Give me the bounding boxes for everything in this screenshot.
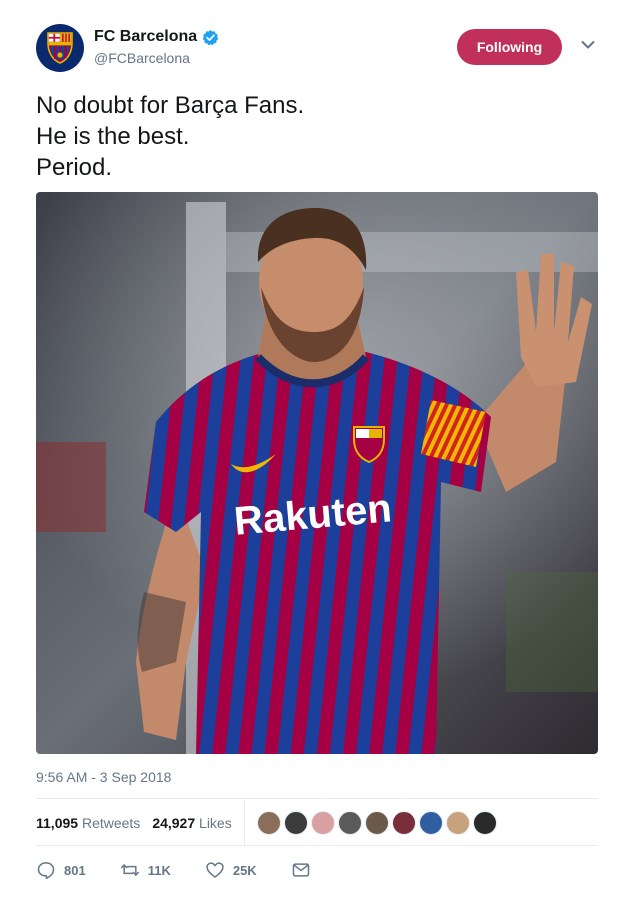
divider <box>36 798 598 799</box>
retweets-count: 11,095 <box>36 814 79 831</box>
crest-shape <box>47 32 73 64</box>
liker-avatar[interactable] <box>418 810 443 835</box>
liker-avatar[interactable] <box>337 810 362 835</box>
retweets-label: Retweets <box>81 814 141 831</box>
liker-avatars <box>256 810 497 835</box>
liker-avatar[interactable] <box>256 810 281 835</box>
retweet-button[interactable]: 11K <box>120 860 171 880</box>
liker-avatar[interactable] <box>391 810 416 835</box>
tweet-header: FC Barcelona @FCBarcelona Following <box>36 24 598 74</box>
liker-avatar[interactable] <box>472 810 497 835</box>
stats-divider <box>243 800 245 845</box>
liker-avatar[interactable] <box>445 810 470 835</box>
tweet-media-photo[interactable]: Rakuten <box>36 192 598 754</box>
tweet-timestamp[interactable]: 9:56 AM - 3 Sep 2018 <box>36 768 171 786</box>
likes-count: 24,927 <box>152 814 196 831</box>
verified-badge-icon <box>202 29 219 45</box>
envelope-icon <box>292 863 309 877</box>
divider <box>36 845 598 846</box>
likes-stat[interactable]: 24,927 Likes <box>152 815 231 831</box>
tweet-actions: 801 11K 25K <box>36 858 598 882</box>
display-name[interactable]: FC Barcelona <box>94 27 197 47</box>
player-waving-photo: Rakuten <box>36 192 598 754</box>
display-name-row[interactable]: FC Barcelona <box>94 27 219 47</box>
retweet-count: 11K <box>147 862 171 878</box>
heart-icon <box>206 862 224 878</box>
fc-barcelona-crest-icon[interactable] <box>36 24 84 72</box>
like-count: 25K <box>232 862 257 878</box>
tweet-stats: 11,095 Retweets 24,927 Likes <box>36 800 598 845</box>
liker-avatar[interactable] <box>283 810 308 835</box>
retweet-icon <box>120 864 139 876</box>
liker-avatar[interactable] <box>310 810 335 835</box>
account-names: FC Barcelona @FCBarcelona <box>94 27 219 67</box>
reply-button[interactable]: 801 <box>36 860 86 880</box>
direct-message-button[interactable] <box>291 860 311 880</box>
following-button[interactable]: Following <box>457 29 562 65</box>
tweet-text-line: Period. <box>36 154 113 181</box>
like-button[interactable]: 25K <box>205 860 257 880</box>
chevron-down-icon[interactable] <box>581 40 595 50</box>
reply-icon <box>37 862 55 880</box>
account-handle[interactable]: @FCBarcelona <box>94 50 219 67</box>
tweet-text-line: No doubt for Barça Fans. <box>36 92 305 119</box>
tweet-text-line: He is the best. <box>36 123 190 150</box>
retweets-stat[interactable]: 11,095 Retweets <box>36 815 140 831</box>
likes-label: Likes <box>199 814 232 831</box>
liker-avatar[interactable] <box>364 810 389 835</box>
tweet-text: No doubt for Barça Fans. He is the best.… <box>36 90 598 183</box>
reply-count: 801 <box>64 862 86 878</box>
